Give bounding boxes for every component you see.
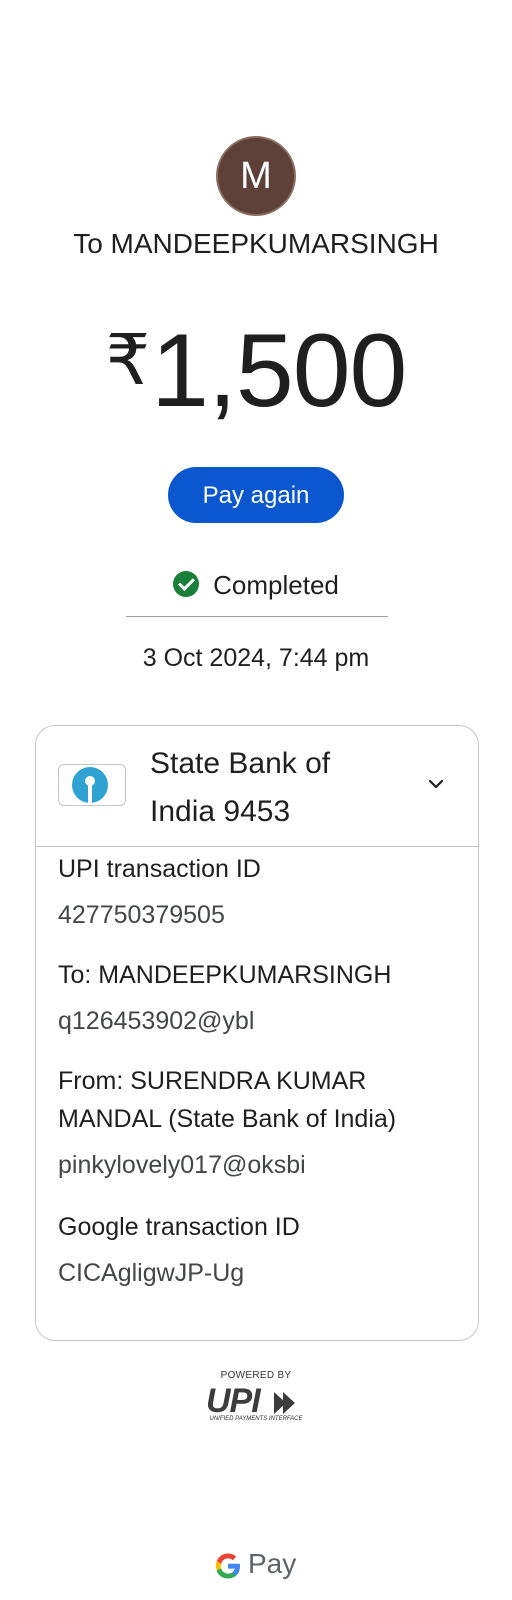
transaction-details-card: State Bank of India 9453 UPI transaction… [35, 725, 479, 1341]
divider [126, 616, 388, 617]
google-pay-logo: Pay [214, 1548, 304, 1584]
to-upi-id-value: q126453902@ybl [58, 1007, 255, 1035]
chevron-down-icon[interactable] [424, 772, 448, 796]
from-upi-id-value: pinkylovely017@oksbi [58, 1151, 306, 1179]
amount-value: 1,500 [151, 313, 407, 429]
status-label: Completed [213, 570, 339, 600]
sbi-logo-icon [72, 767, 108, 803]
pay-again-button[interactable]: Pay again [168, 467, 344, 523]
to-label: To: MANDEEPKUMARSINGH [58, 961, 392, 989]
bank-name-line1: State Bank of [150, 747, 331, 780]
powered-by-text: POWERED BY [220, 1370, 292, 1381]
upi-arrow-icon [274, 1392, 295, 1414]
bank-name-line2: India 9453 [150, 795, 291, 828]
bank-account-name: State Bank of India 9453 [150, 740, 410, 836]
gpay-text: Pay [248, 1548, 297, 1579]
google-transaction-id-label: Google transaction ID [58, 1213, 300, 1241]
bank-logo [58, 764, 126, 806]
upi-logo: POWERED BY UPI UNIFIED PAYMENTS INTERFAC… [200, 1370, 312, 1430]
upi-subtitle: UNIFIED PAYMENTS INTERFACE [209, 1416, 303, 1422]
bank-account-row[interactable]: State Bank of India 9453 [36, 726, 478, 847]
from-label-line1: From: SURENDRA KUMAR [58, 1067, 367, 1095]
google-transaction-id-value: CICAgligwJP-Ug [58, 1259, 245, 1287]
from-label-line2: MANDAL (State Bank of India) [58, 1105, 397, 1133]
upi-transaction-id-label: UPI transaction ID [58, 855, 261, 883]
google-g-icon [215, 1553, 240, 1579]
transaction-status: Completed [0, 568, 512, 602]
currency-symbol: ₹ [105, 321, 151, 399]
amount-display: ₹1,500 [0, 300, 512, 431]
check-circle-icon [173, 571, 200, 597]
recipient-avatar: M [216, 136, 296, 216]
transaction-datetime: 3 Oct 2024, 7:44 pm [142, 644, 370, 672]
upi-transaction-id-value: 427750379505 [58, 901, 225, 929]
recipient-name: To MANDEEPKUMARSINGH [73, 228, 439, 259]
